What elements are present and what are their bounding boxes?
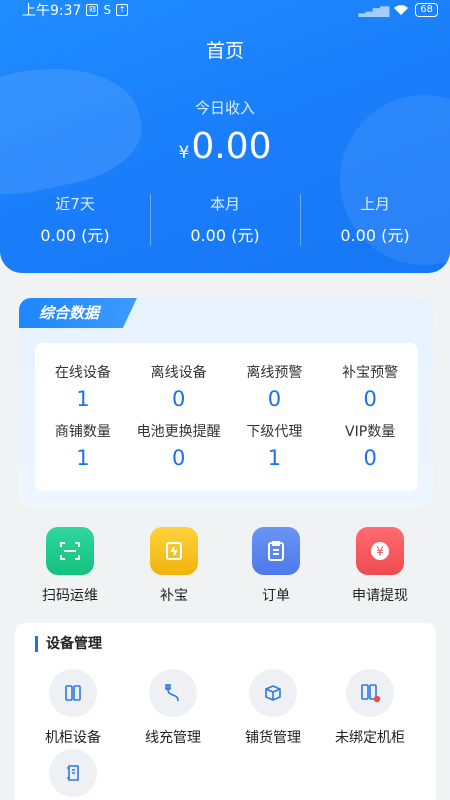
action-label: 订单 bbox=[262, 588, 290, 604]
cell-value: 0 bbox=[171, 446, 186, 470]
signal-icon: ▂▃▅▆ bbox=[358, 3, 389, 17]
quick-actions: 扫码运维 补宝 订单 ¥ 申请提现 bbox=[0, 527, 450, 607]
scroll-icon bbox=[49, 749, 97, 797]
stat-7days[interactable]: 近7天 0.00 (元) bbox=[0, 192, 150, 248]
summary-battery-reminder[interactable]: 电池更换提醒 0 bbox=[131, 422, 227, 481]
section-title: 设备管理 bbox=[35, 636, 102, 652]
cell-label: 离线设备 bbox=[150, 365, 207, 381]
summary-offline-warning[interactable]: 离线预警 0 bbox=[227, 363, 323, 422]
unbound-cabinet-button[interactable]: 未绑定机柜 bbox=[315, 669, 425, 747]
sync-icon: S bbox=[103, 3, 112, 17]
cell-value: 0 bbox=[267, 387, 282, 411]
wifi-icon bbox=[394, 5, 409, 15]
cell-label: 补宝预警 bbox=[342, 365, 399, 381]
stat-last-month[interactable]: 上月 0.00 (元) bbox=[300, 192, 450, 248]
today-income-amount: 0.00 bbox=[191, 126, 272, 167]
cell-label: 在线设备 bbox=[54, 365, 111, 381]
svg-text:¥: ¥ bbox=[376, 545, 384, 559]
stat-this-month[interactable]: 本月 0.00 (元) bbox=[150, 192, 300, 248]
cabinet-icon bbox=[49, 669, 97, 717]
orders-button[interactable]: 订单 bbox=[226, 527, 326, 605]
summary-tag: 综合数据 bbox=[19, 298, 137, 328]
today-income-label: 今日收入 bbox=[194, 99, 255, 117]
cabinet-device-button[interactable]: 机柜设备 bbox=[18, 669, 128, 747]
battery-icon: 68 bbox=[415, 3, 438, 17]
action-label: 申请提现 bbox=[352, 588, 408, 604]
currency-symbol: ¥ bbox=[178, 143, 190, 163]
dev-label: 铺货管理 bbox=[245, 730, 301, 746]
upload-icon: ↑ bbox=[116, 4, 129, 16]
page-title: 首页 bbox=[205, 40, 244, 62]
cell-value: 1 bbox=[76, 387, 90, 411]
cell-label: 电池更换提醒 bbox=[136, 424, 221, 440]
action-label: 扫码运维 bbox=[42, 588, 98, 604]
cell-value: 1 bbox=[76, 446, 90, 470]
cell-label: 离线预警 bbox=[246, 365, 303, 381]
income-header: 上午9:37 ₪ S ↑ ▂▃▅▆ 68 首页 今日收入 ¥0.00 近7天 0… bbox=[0, 0, 450, 273]
more-device-button[interactable] bbox=[18, 749, 128, 800]
stat-label: 本月 bbox=[209, 195, 240, 213]
cell-label: 下级代理 bbox=[246, 424, 303, 440]
stat-value: 0.00 (元) bbox=[340, 226, 410, 245]
cell-value: 0 bbox=[363, 387, 377, 411]
summary-online-devices[interactable]: 在线设备 1 bbox=[35, 363, 131, 422]
scan-icon bbox=[46, 527, 94, 575]
cell-label: VIP数量 bbox=[345, 424, 396, 440]
unbound-cabinet-icon bbox=[346, 669, 394, 717]
cell-value: 0 bbox=[171, 387, 186, 411]
dev-label: 未绑定机柜 bbox=[335, 730, 405, 746]
cell-value: 1 bbox=[267, 446, 282, 470]
stat-label: 上月 bbox=[359, 195, 390, 213]
status-time: 上午9:37 bbox=[22, 3, 82, 19]
cable-charge-button[interactable]: 线充管理 bbox=[118, 669, 228, 747]
clipboard-icon bbox=[252, 527, 300, 575]
summary-grid: 在线设备 1 离线设备 0 离线预警 0 补宝预警 0 商铺数量 1 电池更换提… bbox=[35, 343, 418, 491]
dev-label: 机柜设备 bbox=[45, 730, 101, 746]
box-icon bbox=[249, 669, 297, 717]
income-stats: 近7天 0.00 (元) 本月 0.00 (元) 上月 0.00 (元) bbox=[0, 192, 450, 248]
cell-label: 商铺数量 bbox=[54, 424, 111, 440]
stat-value: 0.00 (元) bbox=[40, 226, 110, 245]
scan-maintenance-button[interactable]: 扫码运维 bbox=[20, 527, 120, 605]
summary-sub-agents[interactable]: 下级代理 1 bbox=[227, 422, 323, 481]
status-bar: 上午9:37 ₪ S ↑ ▂▃▅▆ 68 bbox=[0, 0, 450, 20]
cell-value: 0 bbox=[363, 446, 377, 470]
action-label: 补宝 bbox=[160, 588, 188, 604]
summary-card: 综合数据 在线设备 1 离线设备 0 离线预警 0 补宝预警 0 商铺数量 1 … bbox=[19, 298, 433, 507]
summary-shop-count[interactable]: 商铺数量 1 bbox=[35, 422, 131, 481]
stat-value: 0.00 (元) bbox=[190, 226, 260, 245]
restock-button[interactable]: 补宝 bbox=[124, 527, 224, 605]
cable-icon bbox=[149, 669, 197, 717]
device-management-card: 设备管理 机柜设备 线充管理 铺货管理 未绑定机柜 bbox=[15, 623, 436, 800]
summary-restock-warning[interactable]: 补宝预警 0 bbox=[322, 363, 418, 422]
powerbank-icon bbox=[150, 527, 198, 575]
today-income-value: ¥0.00 bbox=[0, 126, 450, 167]
dev-label: 线充管理 bbox=[145, 730, 201, 746]
distribution-button[interactable]: 铺货管理 bbox=[218, 669, 328, 747]
summary-vip-count[interactable]: VIP数量 0 bbox=[322, 422, 418, 481]
summary-offline-devices[interactable]: 离线设备 0 bbox=[131, 363, 227, 422]
yuan-icon: ¥ bbox=[356, 527, 404, 575]
notification-icon: ₪ bbox=[86, 4, 99, 16]
stat-label: 近7天 bbox=[55, 195, 95, 213]
withdraw-button[interactable]: ¥ 申请提现 bbox=[330, 527, 430, 605]
